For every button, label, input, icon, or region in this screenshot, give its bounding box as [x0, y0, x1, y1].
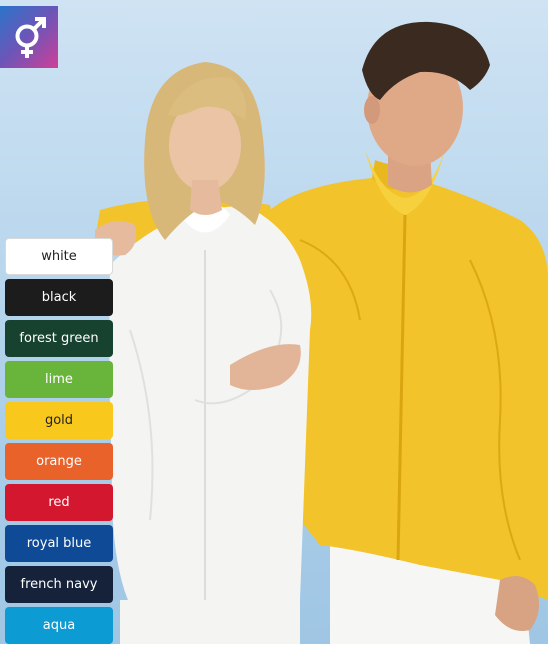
color-swatch-orange[interactable]: orange — [5, 443, 113, 480]
color-swatch-white[interactable]: white — [5, 238, 113, 275]
color-swatch-royal-blue[interactable]: royal blue — [5, 525, 113, 562]
color-swatch-lime[interactable]: lime — [5, 361, 113, 398]
color-swatch-gold[interactable]: gold — [5, 402, 113, 439]
color-swatch-forest-green[interactable]: forest green — [5, 320, 113, 357]
unisex-badge — [0, 6, 58, 68]
color-swatch-red[interactable]: red — [5, 484, 113, 521]
color-swatch-black[interactable]: black — [5, 279, 113, 316]
color-swatch-list: white black forest green lime gold orang… — [5, 238, 113, 648]
color-swatch-aqua[interactable]: aqua — [5, 607, 113, 644]
male-female-gender-icon — [15, 17, 46, 58]
color-swatch-french-navy[interactable]: french navy — [5, 566, 113, 603]
